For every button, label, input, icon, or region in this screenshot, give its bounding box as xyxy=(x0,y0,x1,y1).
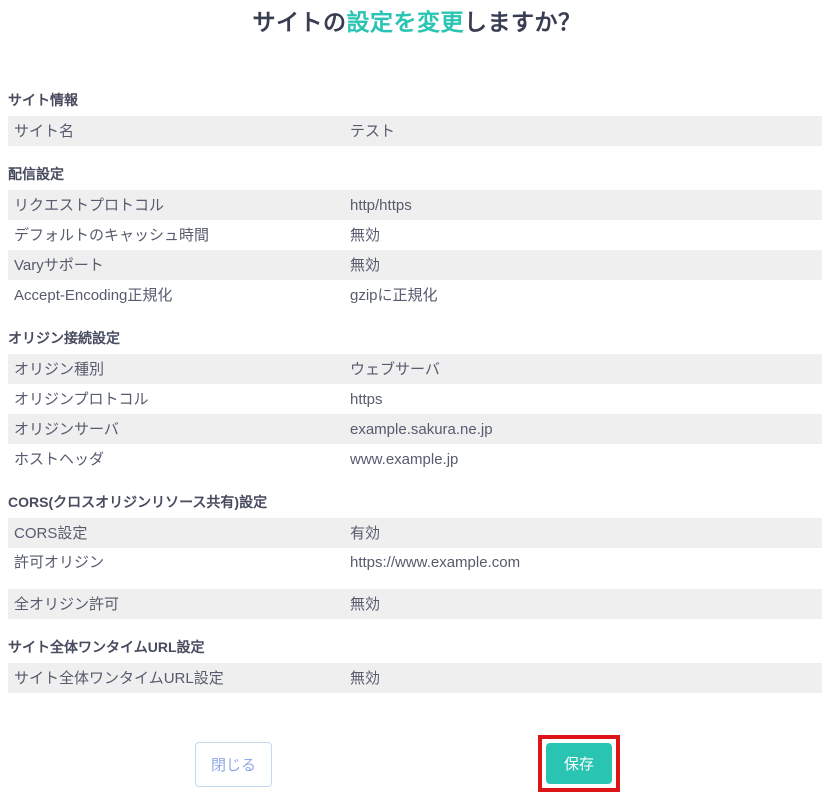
section-onetime-url: サイト全体ワンタイムURL設定 サイト全体ワンタイムURL設定 無効 xyxy=(8,639,822,693)
setting-value: 無効 xyxy=(350,668,822,689)
setting-label: オリジン種別 xyxy=(8,359,350,380)
setting-label: リクエストプロトコル xyxy=(8,195,350,216)
section-heading: サイト情報 xyxy=(8,92,822,108)
settings-summary: サイト情報 サイト名 テスト 配信設定 リクエストプロトコル http/http… xyxy=(8,92,822,693)
section-site-info: サイト情報 サイト名 テスト xyxy=(8,92,822,146)
setting-row-vary-support: Varyサポート 無効 xyxy=(8,250,822,280)
title-prefix: サイトの xyxy=(253,9,347,35)
setting-label: サイト全体ワンタイムURL設定 xyxy=(8,668,350,689)
close-button[interactable]: 閉じる xyxy=(195,742,272,787)
setting-label: Varyサポート xyxy=(8,255,350,276)
section-heading: 配信設定 xyxy=(8,166,822,182)
section-delivery: 配信設定 リクエストプロトコル http/https デフォルトのキャッシュ時間… xyxy=(8,166,822,310)
section-heading: オリジン接続設定 xyxy=(8,330,822,346)
setting-value: ウェブサーバ xyxy=(350,359,822,380)
section-origin-connection: オリジン接続設定 オリジン種別 ウェブサーバ オリジンプロトコル https オ… xyxy=(8,330,822,474)
setting-value: www.example.jp xyxy=(350,449,822,470)
setting-value: https://www.example.com xyxy=(350,552,822,573)
setting-value: 有効 xyxy=(350,523,822,544)
setting-row-host-header: ホストヘッダ www.example.jp xyxy=(8,444,822,474)
setting-label: CORS設定 xyxy=(8,523,350,544)
setting-row-origin-protocol: オリジンプロトコル https xyxy=(8,384,822,414)
title-highlight: 設定を変更 xyxy=(347,9,465,35)
setting-value: テスト xyxy=(350,121,822,142)
setting-value: 無効 xyxy=(350,594,822,615)
setting-row-default-cache-time: デフォルトのキャッシュ時間 無効 xyxy=(8,220,822,250)
setting-value: gzipに正規化 xyxy=(350,285,822,306)
setting-row-allowed-origins: 許可オリジン https://www.example.com xyxy=(8,548,822,589)
click-target-highlight: 保存 xyxy=(538,735,620,792)
setting-label: 全オリジン許可 xyxy=(8,594,350,615)
section-heading: CORS(クロスオリジンリソース共有)設定 xyxy=(8,494,822,510)
setting-row-origin-type: オリジン種別 ウェブサーバ xyxy=(8,354,822,384)
dialog-footer: 閉じる 保存 xyxy=(0,735,834,792)
page-title: サイトの設定を変更しますか？ xyxy=(0,8,834,36)
setting-row-allow-all-origins: 全オリジン許可 無効 xyxy=(8,589,822,619)
setting-label: サイト名 xyxy=(8,121,350,142)
setting-value: 無効 xyxy=(350,255,822,276)
setting-label: デフォルトのキャッシュ時間 xyxy=(8,225,350,246)
setting-row-cors: CORS設定 有効 xyxy=(8,518,822,548)
section-cors: CORS(クロスオリジンリソース共有)設定 CORS設定 有効 許可オリジン h… xyxy=(8,494,822,619)
setting-value: 無効 xyxy=(350,225,822,246)
setting-label: ホストヘッダ xyxy=(8,449,350,470)
setting-row-onetime-url: サイト全体ワンタイムURL設定 無効 xyxy=(8,663,822,693)
setting-label: オリジンプロトコル xyxy=(8,389,350,410)
setting-value: http/https xyxy=(350,195,822,216)
setting-label: オリジンサーバ xyxy=(8,419,350,440)
setting-label: Accept-Encoding正規化 xyxy=(8,285,350,306)
setting-value: https xyxy=(350,389,822,410)
setting-label: 許可オリジン xyxy=(8,552,350,573)
title-suffix: しますか？ xyxy=(464,9,582,35)
save-button[interactable]: 保存 xyxy=(546,743,612,784)
setting-row-accept-encoding: Accept-Encoding正規化 gzipに正規化 xyxy=(8,280,822,310)
section-heading: サイト全体ワンタイムURL設定 xyxy=(8,639,822,655)
setting-row-site-name: サイト名 テスト xyxy=(8,116,822,146)
setting-row-origin-server: オリジンサーバ example.sakura.ne.jp xyxy=(8,414,822,444)
setting-value: example.sakura.ne.jp xyxy=(350,419,822,440)
setting-row-request-protocol: リクエストプロトコル http/https xyxy=(8,190,822,220)
